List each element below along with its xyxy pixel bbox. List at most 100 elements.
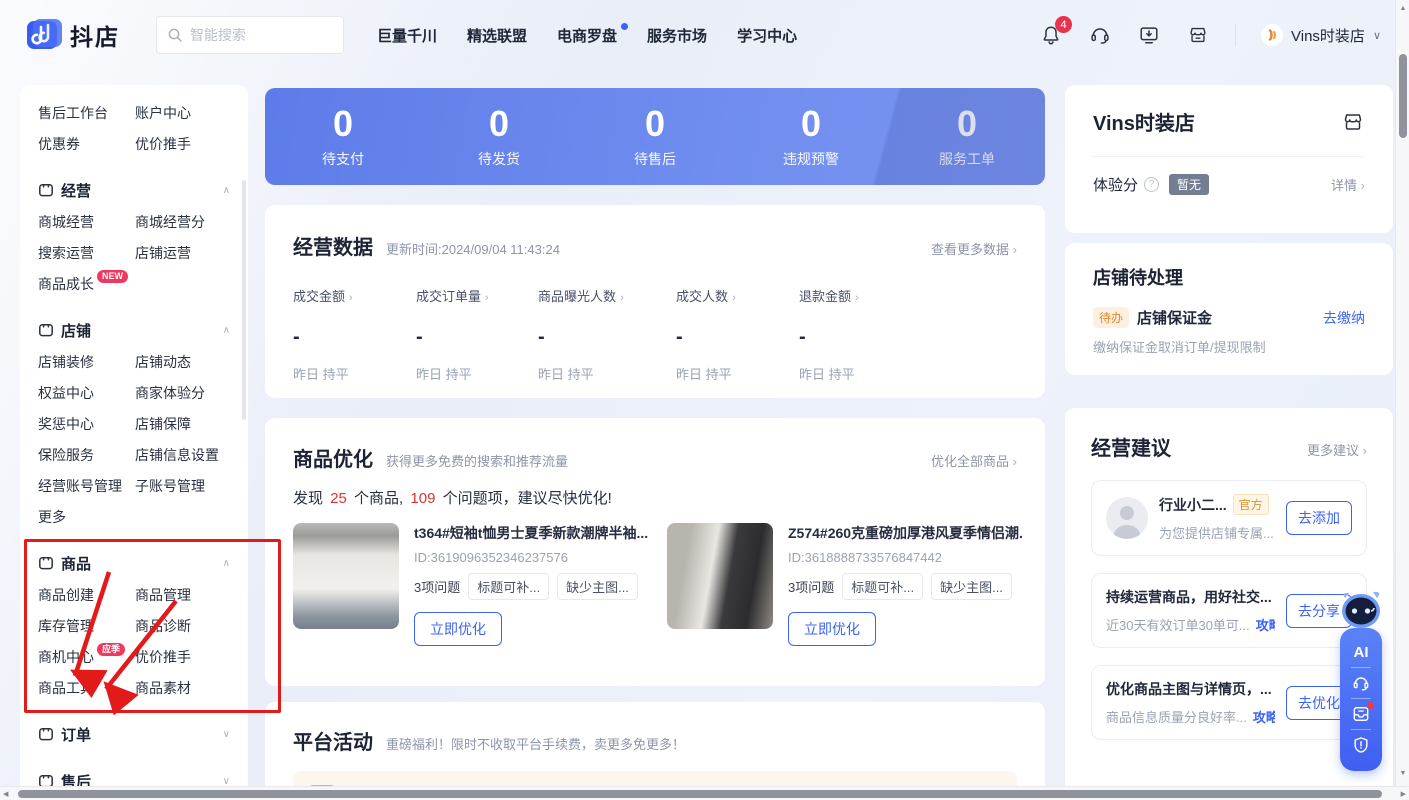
section-chevron-icon[interactable]: ∧ (223, 558, 230, 569)
overview-stat[interactable]: 0 违规预警 (733, 105, 889, 169)
store-icon[interactable] (1341, 110, 1365, 134)
optimize-now-button[interactable]: 立即优化 (788, 612, 876, 646)
sidebar-section-header[interactable]: 订单 ∨ (38, 718, 236, 750)
sidebar-item[interactable]: 售后工作台 (38, 97, 135, 128)
deposit-title: 店铺保证金 (1137, 307, 1212, 328)
suggestion-item: 持续运营商品，用好社交... 近30天有效订单30单可...攻略 去分享 (1091, 573, 1367, 648)
ai-button[interactable]: AI (1340, 637, 1382, 667)
header-nav-item[interactable]: 电商罗盘 (542, 25, 632, 46)
guide-link[interactable]: 攻略 (1253, 710, 1275, 725)
scroll-down-arrow[interactable]: ▼ (1396, 770, 1409, 777)
scroll-up-arrow[interactable]: ▲ (1396, 5, 1409, 12)
pay-deposit-link[interactable]: 去缴纳 (1323, 308, 1365, 328)
sidebar-item[interactable]: 子账号管理 (135, 470, 236, 501)
overview-stat[interactable]: 0 待售后 (577, 105, 733, 169)
overview-stat[interactable]: 0 待支付 (265, 105, 421, 169)
sidebar-item[interactable]: 店铺保障 (135, 408, 236, 439)
sidebar-item[interactable]: 店铺装修 (38, 346, 135, 377)
message-inbox-icon[interactable] (1340, 699, 1382, 729)
sidebar-item[interactable]: 店铺动态 (135, 346, 236, 377)
platform-activity-title: 平台活动 (293, 726, 373, 755)
product-title[interactable]: Z574#260克重磅加厚港风夏季情侣潮... (788, 523, 1022, 543)
issue-tag[interactable]: 标题可补... (468, 573, 549, 600)
horizontal-scroll-thumb[interactable] (18, 790, 1382, 798)
product-image[interactable] (667, 523, 773, 629)
item-badge: 应季 (97, 643, 125, 656)
overview-stat[interactable]: 0 待发货 (421, 105, 577, 169)
section-chevron-icon[interactable]: ∨ (223, 729, 230, 740)
sidebar-item[interactable]: 商品素材 (135, 672, 236, 703)
section-chevron-icon[interactable]: ∧ (223, 325, 230, 336)
score-detail-link[interactable]: 详情 › (1331, 175, 1365, 194)
sidebar-item[interactable]: 商城经营分 (135, 206, 236, 237)
view-more-data-link[interactable]: 查看更多数据 › (931, 239, 1017, 258)
vertical-scrollbar[interactable]: ▲ ▼ (1395, 0, 1409, 800)
account-menu[interactable]: Vins时装店 ∨ (1261, 24, 1381, 46)
overview-stat[interactable]: 0 服务工单 (889, 105, 1045, 169)
notifications-bell-icon[interactable]: 4 (1039, 23, 1063, 47)
sidebar-item[interactable]: 搜索运营 (38, 237, 135, 268)
sidebar-section-header[interactable]: 商品 ∧ (38, 547, 236, 579)
header-nav-item[interactable]: 学习中心 (722, 25, 812, 46)
sidebar-item[interactable]: 库存管理 (38, 610, 135, 641)
product-image[interactable] (293, 523, 399, 629)
horizontal-scrollbar[interactable]: ◀ ▶ (0, 786, 1409, 800)
metric-label[interactable]: 成交金额› (293, 286, 416, 305)
header-nav-item[interactable]: 服务市场 (632, 25, 722, 46)
product-optimize-card: 商品优化 获得更多免费的搜索和推荐流量 优化全部商品 › 发现 25 个商品, … (265, 418, 1045, 686)
metric-label[interactable]: 商品曝光人数› (538, 286, 676, 305)
sidebar-item[interactable]: 商机中心 应季 (38, 641, 135, 672)
issue-tag[interactable]: 标题可补... (842, 573, 923, 600)
section-chevron-icon[interactable]: ∨ (223, 776, 230, 787)
sidebar-item[interactable]: 商品管理 (135, 579, 236, 610)
issue-tag[interactable]: 缺少主图... (931, 573, 1012, 600)
sidebar-item[interactable]: 权益中心 (38, 377, 135, 408)
storefront-icon[interactable] (1186, 23, 1210, 47)
sidebar-item[interactable]: 更多 (38, 501, 135, 532)
section-chevron-icon[interactable]: ∧ (223, 185, 230, 196)
optimize-now-button[interactable]: 立即优化 (414, 612, 502, 646)
header-nav-item[interactable]: 巨量千川 (362, 25, 452, 46)
sidebar-item[interactable]: 商品创建 (38, 579, 135, 610)
sidebar-item[interactable]: 账户中心 (135, 97, 236, 128)
issue-tag[interactable]: 缺少主图... (557, 573, 638, 600)
metric-label[interactable]: 退款金额› (799, 286, 939, 305)
sidebar-item[interactable]: 商品工具 (38, 672, 135, 703)
header-nav-item[interactable]: 精选联盟 (452, 25, 542, 46)
guide-link[interactable]: 攻略 (1256, 618, 1275, 633)
vertical-scroll-thumb[interactable] (1399, 54, 1407, 138)
sidebar-item[interactable]: 店铺信息设置 (135, 439, 236, 470)
sidebar-scrollbar[interactable] (242, 180, 246, 420)
optimize-all-link[interactable]: 优化全部商品 › (931, 451, 1017, 470)
sidebar-section-header[interactable]: 经营 ∧ (38, 174, 236, 206)
product-title[interactable]: t364#短袖t恤男士夏季新款潮牌半袖... (414, 523, 648, 543)
metric-label[interactable]: 成交人数› (676, 286, 799, 305)
scroll-left-arrow[interactable]: ◀ (3, 790, 8, 798)
customer-service-icon[interactable] (1088, 23, 1112, 47)
support-headset-icon[interactable] (1340, 668, 1382, 698)
sidebar-item[interactable]: 优惠券 (38, 128, 135, 159)
client-download-icon[interactable] (1137, 23, 1161, 47)
sidebar-item[interactable]: 奖惩中心 (38, 408, 135, 439)
assistant-robot-icon[interactable] (1337, 588, 1385, 632)
help-icon[interactable]: ? (1144, 177, 1159, 192)
sidebar-item[interactable]: 优价推手 (135, 128, 236, 159)
sidebar-item[interactable]: 保险服务 (38, 439, 135, 470)
scroll-right-arrow[interactable]: ▶ (1401, 790, 1406, 798)
security-shield-icon[interactable] (1340, 730, 1382, 760)
metric-label[interactable]: 成交订单量› (416, 286, 538, 305)
sidebar-item[interactable]: 商家体验分 (135, 377, 236, 408)
stat-label: 待售后 (577, 149, 733, 169)
sidebar-item[interactable]: 经营账号管理 (38, 470, 135, 501)
sidebar-item[interactable]: 店铺运营 (135, 237, 236, 268)
app-logo[interactable]: 抖店 (26, 18, 120, 52)
search-input[interactable] (190, 27, 320, 43)
sidebar-item[interactable]: 商品成长 NEW (38, 268, 135, 299)
sidebar-item[interactable]: 商城经营 (38, 206, 135, 237)
global-search[interactable] (156, 16, 344, 54)
sidebar-item[interactable]: 商品诊断 (135, 610, 236, 641)
sidebar-section-header[interactable]: 店铺 ∧ (38, 314, 236, 346)
more-suggestions-link[interactable]: 更多建议 › (1307, 440, 1367, 459)
suggestion-action-button[interactable]: 去添加 (1286, 501, 1352, 535)
sidebar-item[interactable]: 优价推手 (135, 641, 236, 672)
